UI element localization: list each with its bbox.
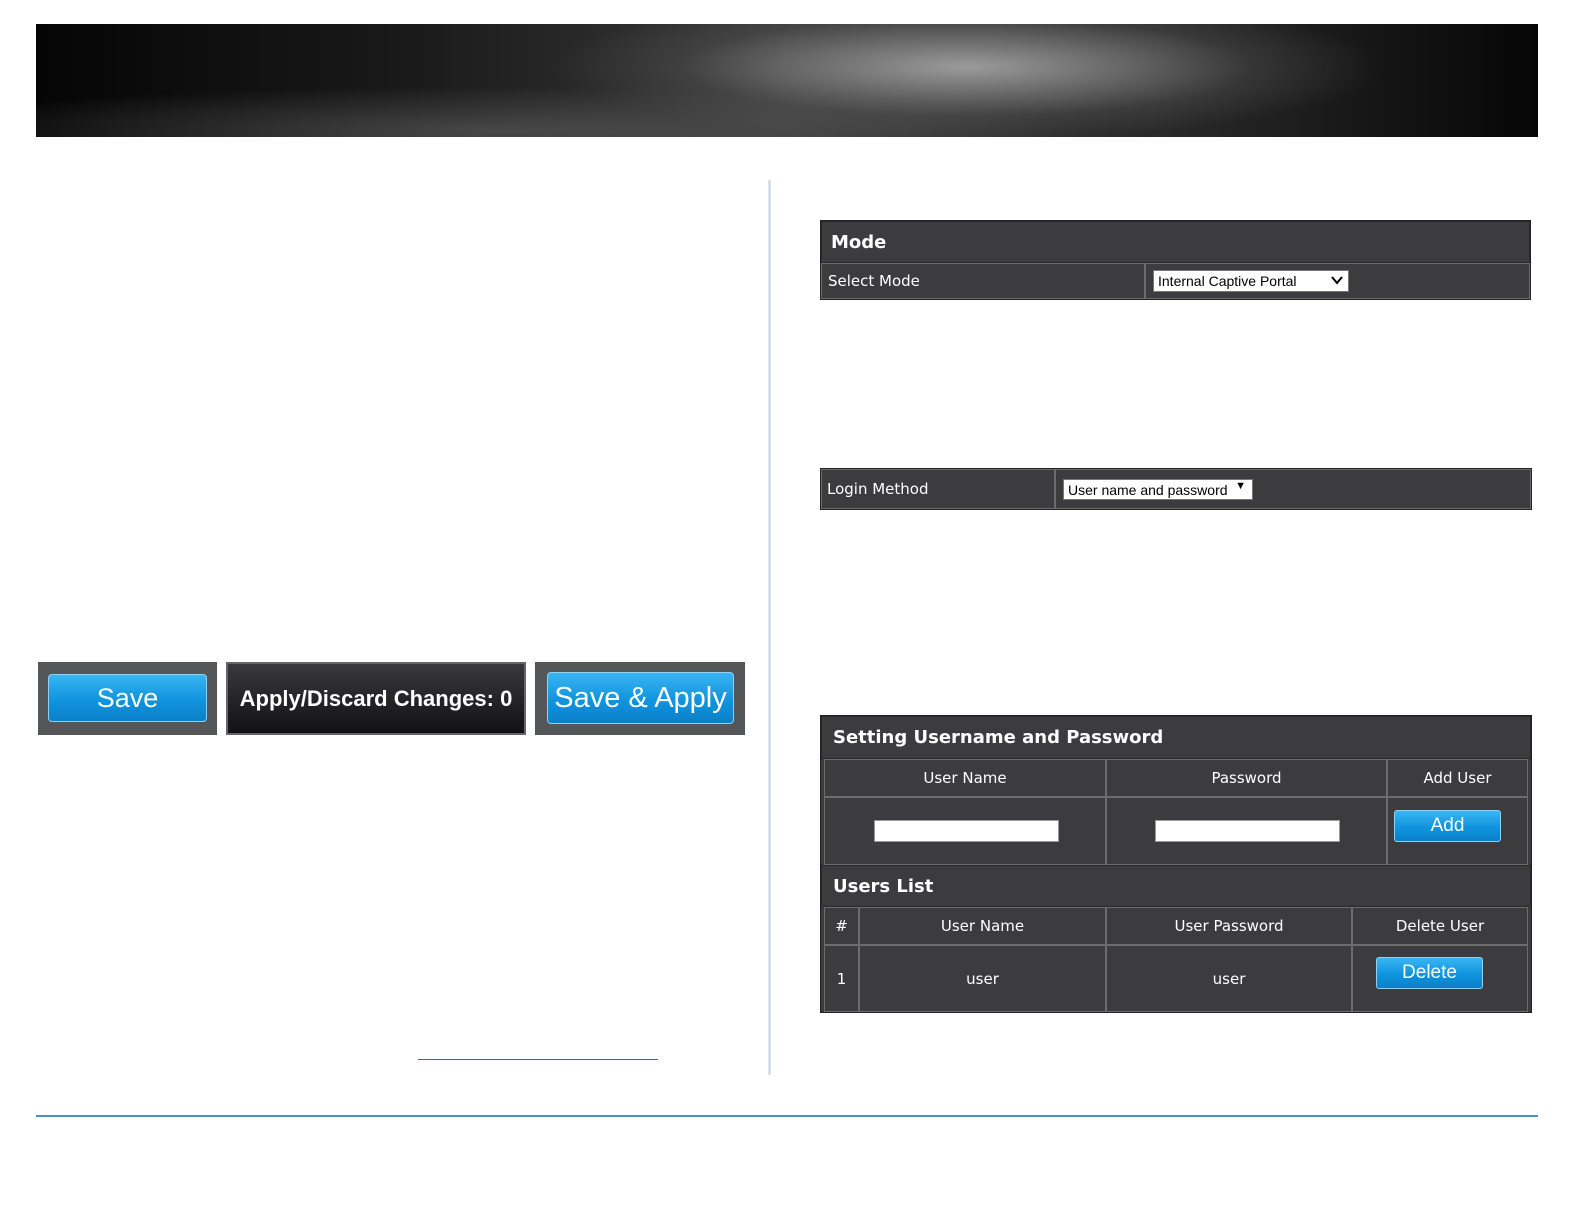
login-method-dropdown[interactable]: User name and password ▼ xyxy=(1063,479,1253,500)
link-underline xyxy=(418,1059,658,1060)
chevron-down-icon xyxy=(1330,273,1344,287)
list-header-index: # xyxy=(824,907,859,945)
login-method-cell: User name and password ▼ xyxy=(1055,469,1531,509)
column-divider xyxy=(768,180,771,1075)
col-header-user-name: User Name xyxy=(824,759,1106,797)
row-index: 1 xyxy=(824,945,859,1012)
footer-line xyxy=(36,1115,1538,1117)
save-apply-button-frame: Save & Apply xyxy=(535,662,745,735)
user-settings-panel: Setting Username and Password User Name … xyxy=(820,715,1532,1013)
login-method-label: Login Method xyxy=(821,469,1055,509)
list-header-user-name: User Name xyxy=(859,907,1106,945)
password-input[interactable] xyxy=(1155,820,1340,842)
delete-user-button[interactable]: Delete xyxy=(1376,957,1483,989)
password-input-cell xyxy=(1106,797,1387,865)
select-mode-value: Internal Captive Portal xyxy=(1158,273,1297,289)
header-banner xyxy=(36,24,1538,137)
save-apply-button[interactable]: Save & Apply xyxy=(547,672,734,724)
col-header-add-user: Add User xyxy=(1387,759,1528,797)
username-input-cell xyxy=(824,797,1106,865)
add-user-button[interactable]: Add xyxy=(1394,810,1501,842)
col-header-password: Password xyxy=(1106,759,1387,797)
select-mode-dropdown[interactable]: Internal Captive Portal xyxy=(1153,270,1349,292)
save-button[interactable]: Save xyxy=(48,674,207,722)
row-delete-cell: Delete xyxy=(1352,945,1528,1012)
save-button-frame: Save xyxy=(38,662,217,735)
caret-down-icon: ▼ xyxy=(1235,480,1246,492)
mode-panel: Mode Select Mode Internal Captive Portal xyxy=(820,220,1531,300)
users-list-title: Users List xyxy=(821,865,1531,907)
apply-discard-label: Apply/Discard Changes: 0 xyxy=(239,685,513,711)
select-mode-cell: Internal Captive Portal xyxy=(1145,263,1530,299)
mode-panel-title: Mode xyxy=(821,221,1530,263)
row-user-password: user xyxy=(1106,945,1352,1012)
login-method-value: User name and password xyxy=(1068,481,1228,498)
list-header-delete-user: Delete User xyxy=(1352,907,1528,945)
row-user-name: user xyxy=(859,945,1106,1012)
apply-discard-changes-button[interactable]: Apply/Discard Changes: 0 xyxy=(226,662,526,735)
login-method-panel: Login Method User name and password ▼ xyxy=(820,468,1532,510)
select-mode-label: Select Mode xyxy=(821,263,1145,299)
user-settings-title: Setting Username and Password xyxy=(821,716,1531,759)
add-button-cell: Add xyxy=(1387,797,1528,865)
list-header-user-password: User Password xyxy=(1106,907,1352,945)
username-input[interactable] xyxy=(874,820,1059,842)
